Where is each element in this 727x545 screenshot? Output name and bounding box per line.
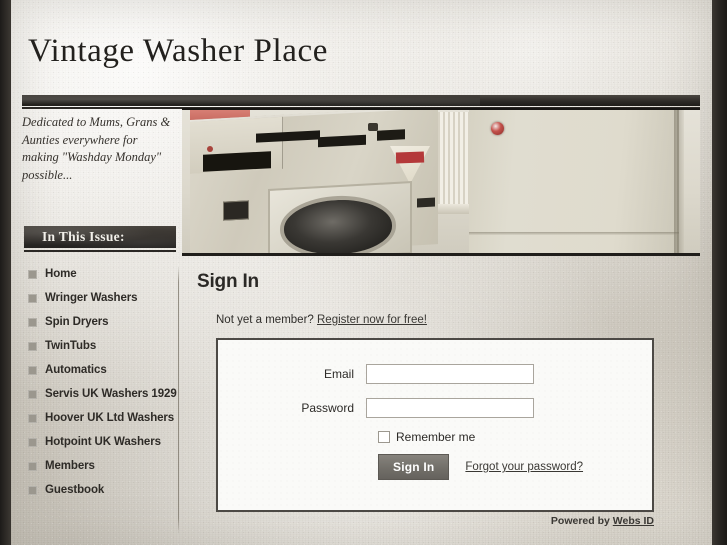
square-bullet-icon [28,462,37,471]
sidebar-item-twintubs[interactable]: TwinTubs [16,336,178,360]
banner-side-badge [417,197,435,208]
sidebar-item-label: Automatics [45,364,107,376]
sidebar-item-label: Servis UK Washers 1929 [45,388,177,400]
sidebar-item-label: Members [45,460,95,472]
frame-right-edge [712,0,727,545]
square-bullet-icon [28,270,37,279]
member-prompt-text: Not yet a member? [216,314,314,326]
sidebar-item-home[interactable]: Home [16,264,178,288]
sidebar-item-label: Hoover UK Ltd Washers [45,412,175,424]
sign-in-button[interactable]: Sign In [378,454,450,480]
sidebar-item-guestbook[interactable]: Guestbook [16,480,178,504]
banner-label-plate [223,200,249,221]
square-bullet-icon [28,438,37,447]
signin-form-panel: Email Password Remember me Sign In Forgo… [216,338,654,512]
form-actions-row: Sign In Forgot your password? [378,454,583,480]
site-tagline: Dedicated to Mums, Grans & Aunties every… [22,115,171,182]
password-label: Password [301,401,354,415]
sidebar-item-hoover-uk-ltd-washers[interactable]: Hoover UK Ltd Washers [16,408,178,432]
banner-hanging-tag-stripe [395,151,425,164]
square-bullet-icon [28,318,37,327]
square-bullet-icon [28,342,37,351]
forgot-password-link[interactable]: Forgot your password? [465,461,583,473]
banner-slot-d [377,129,405,141]
password-row: Password [218,398,534,418]
sidebar-item-label: Wringer Washers [45,292,138,304]
sidebar-item-label: TwinTubs [45,340,97,352]
webs-id-link[interactable]: Webs ID [613,515,654,527]
member-prompt: Not yet a member? Register now for free! [216,314,427,326]
sidebar-nav: Home Wringer Washers Spin Dryers TwinTub… [16,264,178,504]
sidebar-heading-rule [24,250,176,252]
banner-dial-icon [368,123,378,131]
remember-me-label[interactable]: Remember me [396,430,475,444]
powered-by-text: Powered by [550,515,613,527]
sidebar-item-label: Home [45,268,77,280]
email-field[interactable] [366,364,534,384]
square-bullet-icon [28,294,37,303]
banner-window [435,112,471,204]
content-divider [178,266,179,534]
remember-me-checkbox[interactable] [378,431,390,443]
page-title-masthead: Vintage Washer Place [28,33,328,69]
sidebar-item-spin-dryers[interactable]: Spin Dryers [16,312,178,336]
banner-top-strip [480,95,700,106]
page-title: Sign In [197,271,259,292]
sidebar-heading-label: In This Issue: [42,229,125,244]
square-bullet-icon [28,486,37,495]
page-root: Vintage Washer Place Dedicated to Mums, … [0,0,727,545]
sidebar-item-label: Guestbook [45,484,105,496]
banner-slot-a [203,151,271,172]
email-row: Email [218,364,534,384]
banner-brand-badge-icon [491,122,504,135]
sidebar-item-hotpoint-uk-washers[interactable]: Hotpoint UK Washers [16,432,178,456]
square-bullet-icon [28,366,37,375]
footer: Powered by Webs ID [216,515,654,527]
sidebar-item-label: Hotpoint UK Washers [45,436,161,448]
sidebar-heading-bar: In This Issue: [24,226,176,248]
sidebar-item-label: Spin Dryers [45,316,109,328]
sidebar-item-members[interactable]: Members [16,456,178,480]
sidebar-item-wringer-washers[interactable]: Wringer Washers [16,288,178,312]
banner-right-machine-seam [469,232,679,235]
password-field[interactable] [366,398,534,418]
square-bullet-icon [28,414,37,423]
sidebar-item-automatics[interactable]: Automatics [16,360,178,384]
register-link[interactable]: Register now for free! [317,314,427,326]
email-label: Email [323,367,354,381]
remember-me-row: Remember me [378,430,475,444]
square-bullet-icon [28,390,37,399]
banner-photo [182,108,700,256]
sidebar-item-servis-uk-washers-1929[interactable]: Servis UK Washers 1929 [16,384,178,408]
banner-indicator-light-icon [207,146,213,152]
